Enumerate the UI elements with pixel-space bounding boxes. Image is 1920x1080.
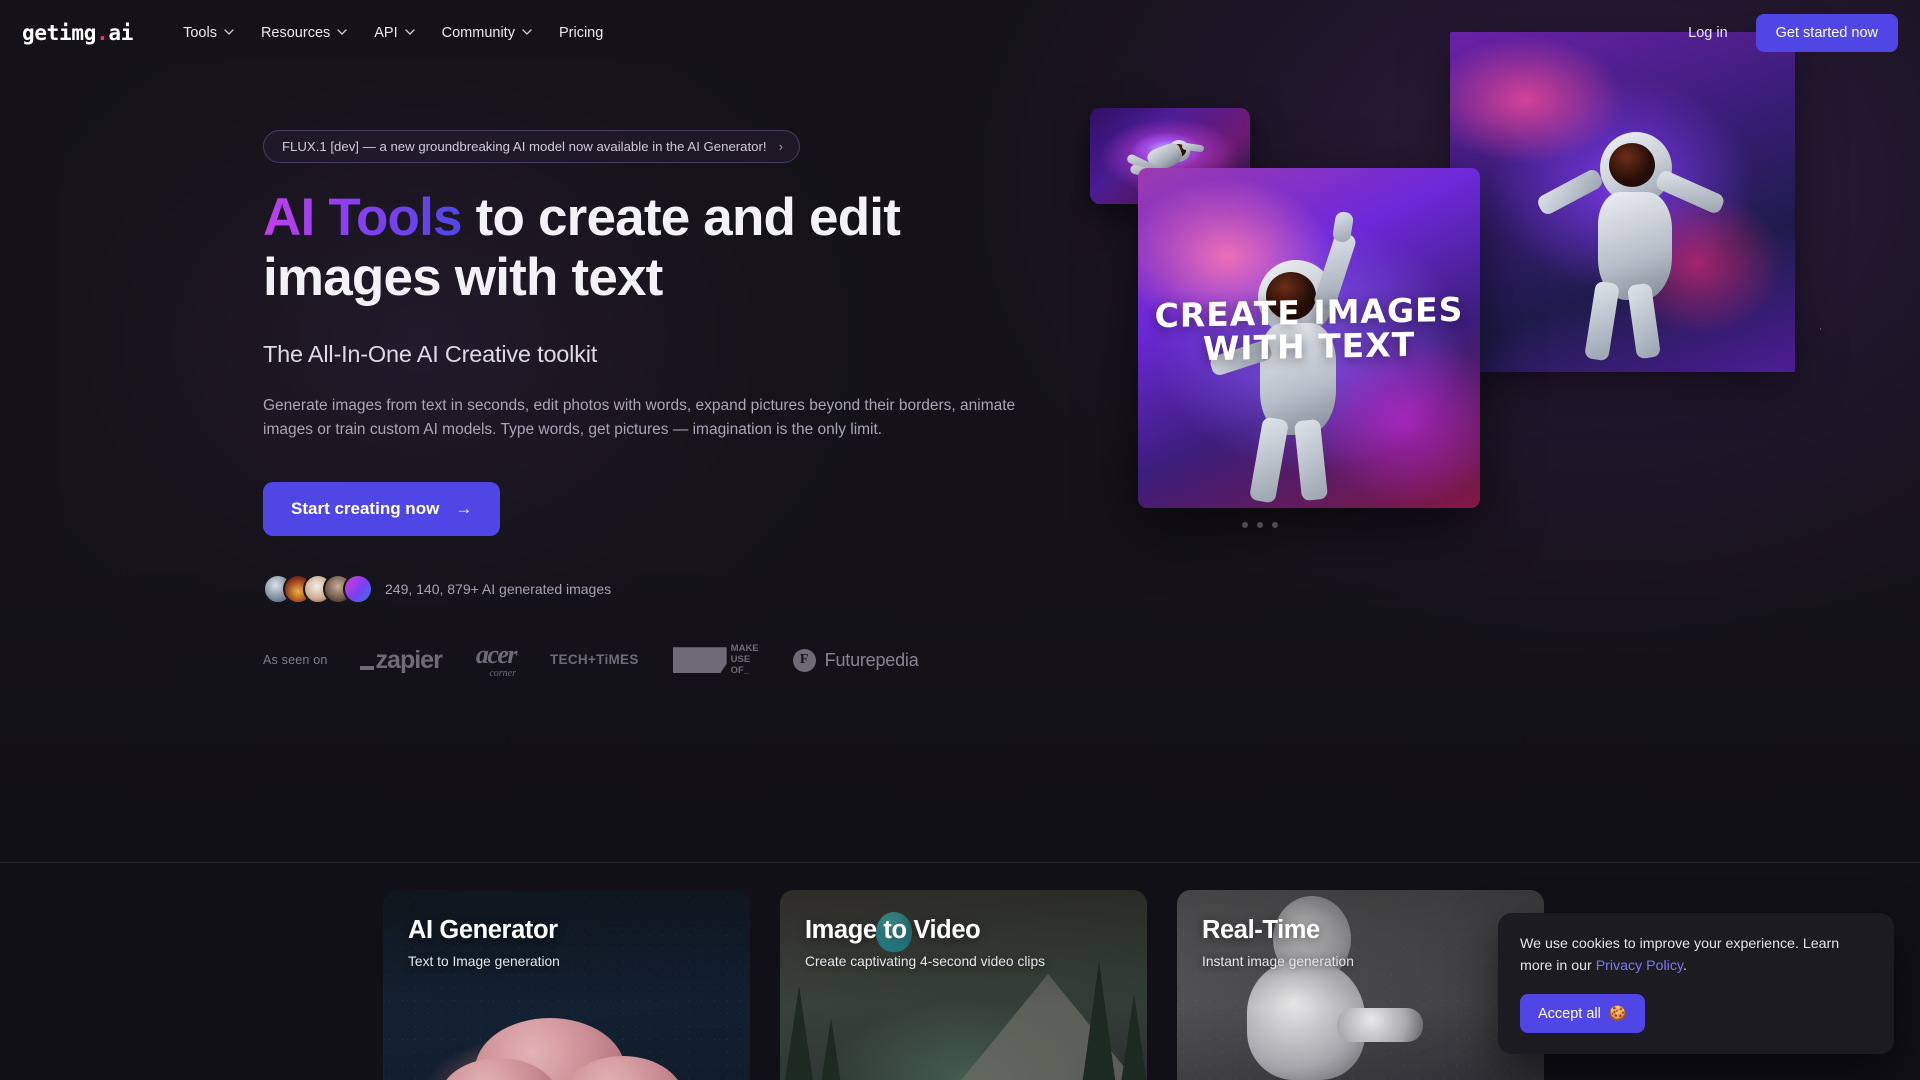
acer-logo-text: acer xyxy=(476,642,516,668)
carousel-dot[interactable] xyxy=(1272,522,1278,528)
carousel-dot[interactable] xyxy=(1257,522,1263,528)
carousel-dots[interactable] xyxy=(1242,522,1278,528)
feature-card-image-to-video[interactable]: Image to Video Create captivating 4-seco… xyxy=(780,890,1147,1080)
feature-card-text: Real-Time Instant image generation xyxy=(1177,890,1544,1080)
tech-times-line2: TiMES xyxy=(596,653,639,667)
chevron-down-icon xyxy=(522,27,531,36)
start-creating-button-label: Start creating now xyxy=(291,499,439,519)
astronaut-leg-left xyxy=(1584,281,1620,362)
zapier-logo: zapier xyxy=(360,646,442,675)
hero-description: Generate images from text in seconds, ed… xyxy=(263,394,1053,443)
hero-content: FLUX.1 [dev] — a new groundbreaking AI m… xyxy=(263,130,1083,679)
astronaut-leg-left xyxy=(1249,416,1289,503)
nav-item-api[interactable]: API xyxy=(360,17,427,49)
nav-item-community[interactable]: Community xyxy=(428,17,545,49)
nav-item-pricing-label: Pricing xyxy=(559,25,603,41)
as-seen-on-label: As seen on xyxy=(263,653,328,667)
nav-item-tools[interactable]: Tools xyxy=(169,17,247,49)
tech-times-line1: TECH+ xyxy=(550,653,596,667)
carousel-dot[interactable] xyxy=(1242,522,1248,528)
feature-card-title: Image to Video xyxy=(805,916,1147,945)
chevron-right-icon: › xyxy=(779,140,783,153)
navbar-right: Log in Get started now xyxy=(1678,14,1920,52)
futurepedia-logo: F Futurepedia xyxy=(793,649,919,672)
zapier-logo-text: zapier xyxy=(376,646,442,675)
astronaut-arm-left xyxy=(1535,167,1604,217)
top-navbar: getimg.ai Tools Resources API Community xyxy=(0,0,1920,66)
nav-item-pricing[interactable]: Pricing xyxy=(545,17,617,49)
astronaut-leg-right xyxy=(1294,419,1328,501)
section-divider xyxy=(0,862,1920,863)
make-use-of-logo: MAKE USE OF_ xyxy=(673,644,759,676)
nav-item-community-label: Community xyxy=(442,25,515,41)
get-started-button[interactable]: Get started now xyxy=(1756,14,1898,52)
arrow-right-icon: → xyxy=(455,500,472,517)
tech-times-logo: TECH+ TiMES xyxy=(550,653,639,667)
privacy-policy-link[interactable]: Privacy Policy xyxy=(1596,958,1683,974)
start-creating-button[interactable]: Start creating now → xyxy=(263,482,500,536)
muo-line2: USE xyxy=(731,655,759,666)
hero-image-back xyxy=(1450,32,1795,372)
brand-logo-dot: . xyxy=(96,21,108,45)
login-link[interactable]: Log in xyxy=(1678,19,1738,47)
cookie-banner: We use cookies to improve your experienc… xyxy=(1498,913,1894,1054)
page-title-accent: AI Tools xyxy=(263,188,462,247)
announcement-badge-text: FLUX.1 [dev] — a new groundbreaking AI m… xyxy=(282,139,767,154)
nav-item-tools-label: Tools xyxy=(183,25,217,41)
page-title: AI Tools to create and edit images with … xyxy=(263,188,1003,309)
feature-card-subtitle: Instant image generation xyxy=(1202,954,1544,969)
nav-item-api-label: API xyxy=(374,25,397,41)
feature-card-text: Image to Video Create captivating 4-seco… xyxy=(780,890,1147,1080)
navbar-left: getimg.ai Tools Resources API Community xyxy=(0,17,617,49)
feature-card-real-time[interactable]: Real-Time Instant image generation xyxy=(1177,890,1544,1080)
announcement-badge[interactable]: FLUX.1 [dev] — a new groundbreaking AI m… xyxy=(263,130,800,163)
chevron-down-icon xyxy=(337,27,346,36)
make-use-of-mark-icon xyxy=(673,647,727,673)
navbar-menu: Tools Resources API Community Pricing xyxy=(169,17,617,49)
feature-card-ai-generator[interactable]: AI Generator Text to Image generation xyxy=(383,890,750,1080)
avatar-group xyxy=(263,574,363,604)
acer-logo-sub: corner xyxy=(489,669,516,679)
hero-subheading: The All-In-One AI Creative toolkit xyxy=(263,341,1083,368)
feature-card-subtitle: Text to Image generation xyxy=(408,954,750,969)
avatar xyxy=(343,574,373,604)
chevron-down-icon xyxy=(224,27,233,36)
social-proof: 249, 140, 879+ AI generated images xyxy=(263,574,1083,604)
chevron-down-icon xyxy=(405,27,414,36)
accept-all-button-label: Accept all xyxy=(1538,1006,1601,1022)
cookie-text-after: . xyxy=(1683,958,1687,974)
feature-card-text: AI Generator Text to Image generation xyxy=(383,890,750,1080)
make-use-of-text: MAKE USE OF_ xyxy=(731,644,759,676)
brand-logo[interactable]: getimg.ai xyxy=(22,21,133,45)
as-seen-on-row: As seen on zapier acer corner TECH+ TiME… xyxy=(263,642,1083,679)
nav-item-resources[interactable]: Resources xyxy=(247,17,360,49)
futurepedia-mark-icon: F xyxy=(793,649,816,672)
nav-item-resources-label: Resources xyxy=(261,25,330,41)
zapier-underscore-icon xyxy=(360,666,374,670)
feature-card-title: AI Generator xyxy=(408,916,750,945)
muo-line3: OF_ xyxy=(731,666,759,677)
hero-image-caption: CREATE IMAGES WITH TEXT xyxy=(1144,293,1474,368)
hero-artwork: CREATE IMAGES WITH TEXT xyxy=(1090,0,1920,700)
acer-corner-logo: acer corner xyxy=(476,642,516,679)
brand-logo-name: getimg xyxy=(22,21,96,45)
accept-all-button[interactable]: Accept all 🍪 xyxy=(1520,994,1645,1033)
hero-image-main: CREATE IMAGES WITH TEXT xyxy=(1138,168,1480,508)
cookie-banner-text: We use cookies to improve your experienc… xyxy=(1520,934,1872,977)
feature-cards-row: AI Generator Text to Image generation Im… xyxy=(383,890,1544,1080)
brand-logo-suffix: ai xyxy=(108,21,133,45)
feature-card-subtitle: Create captivating 4-second video clips xyxy=(805,954,1147,969)
feature-card-title: Real-Time xyxy=(1202,916,1544,945)
landing-page: getimg.ai Tools Resources API Community xyxy=(0,0,1920,1080)
cookie-icon: 🍪 xyxy=(1609,1005,1627,1022)
social-proof-count: 249, 140, 879+ AI generated images xyxy=(385,581,611,597)
astronaut-visor xyxy=(1609,143,1655,187)
futurepedia-text: Futurepedia xyxy=(825,650,919,671)
